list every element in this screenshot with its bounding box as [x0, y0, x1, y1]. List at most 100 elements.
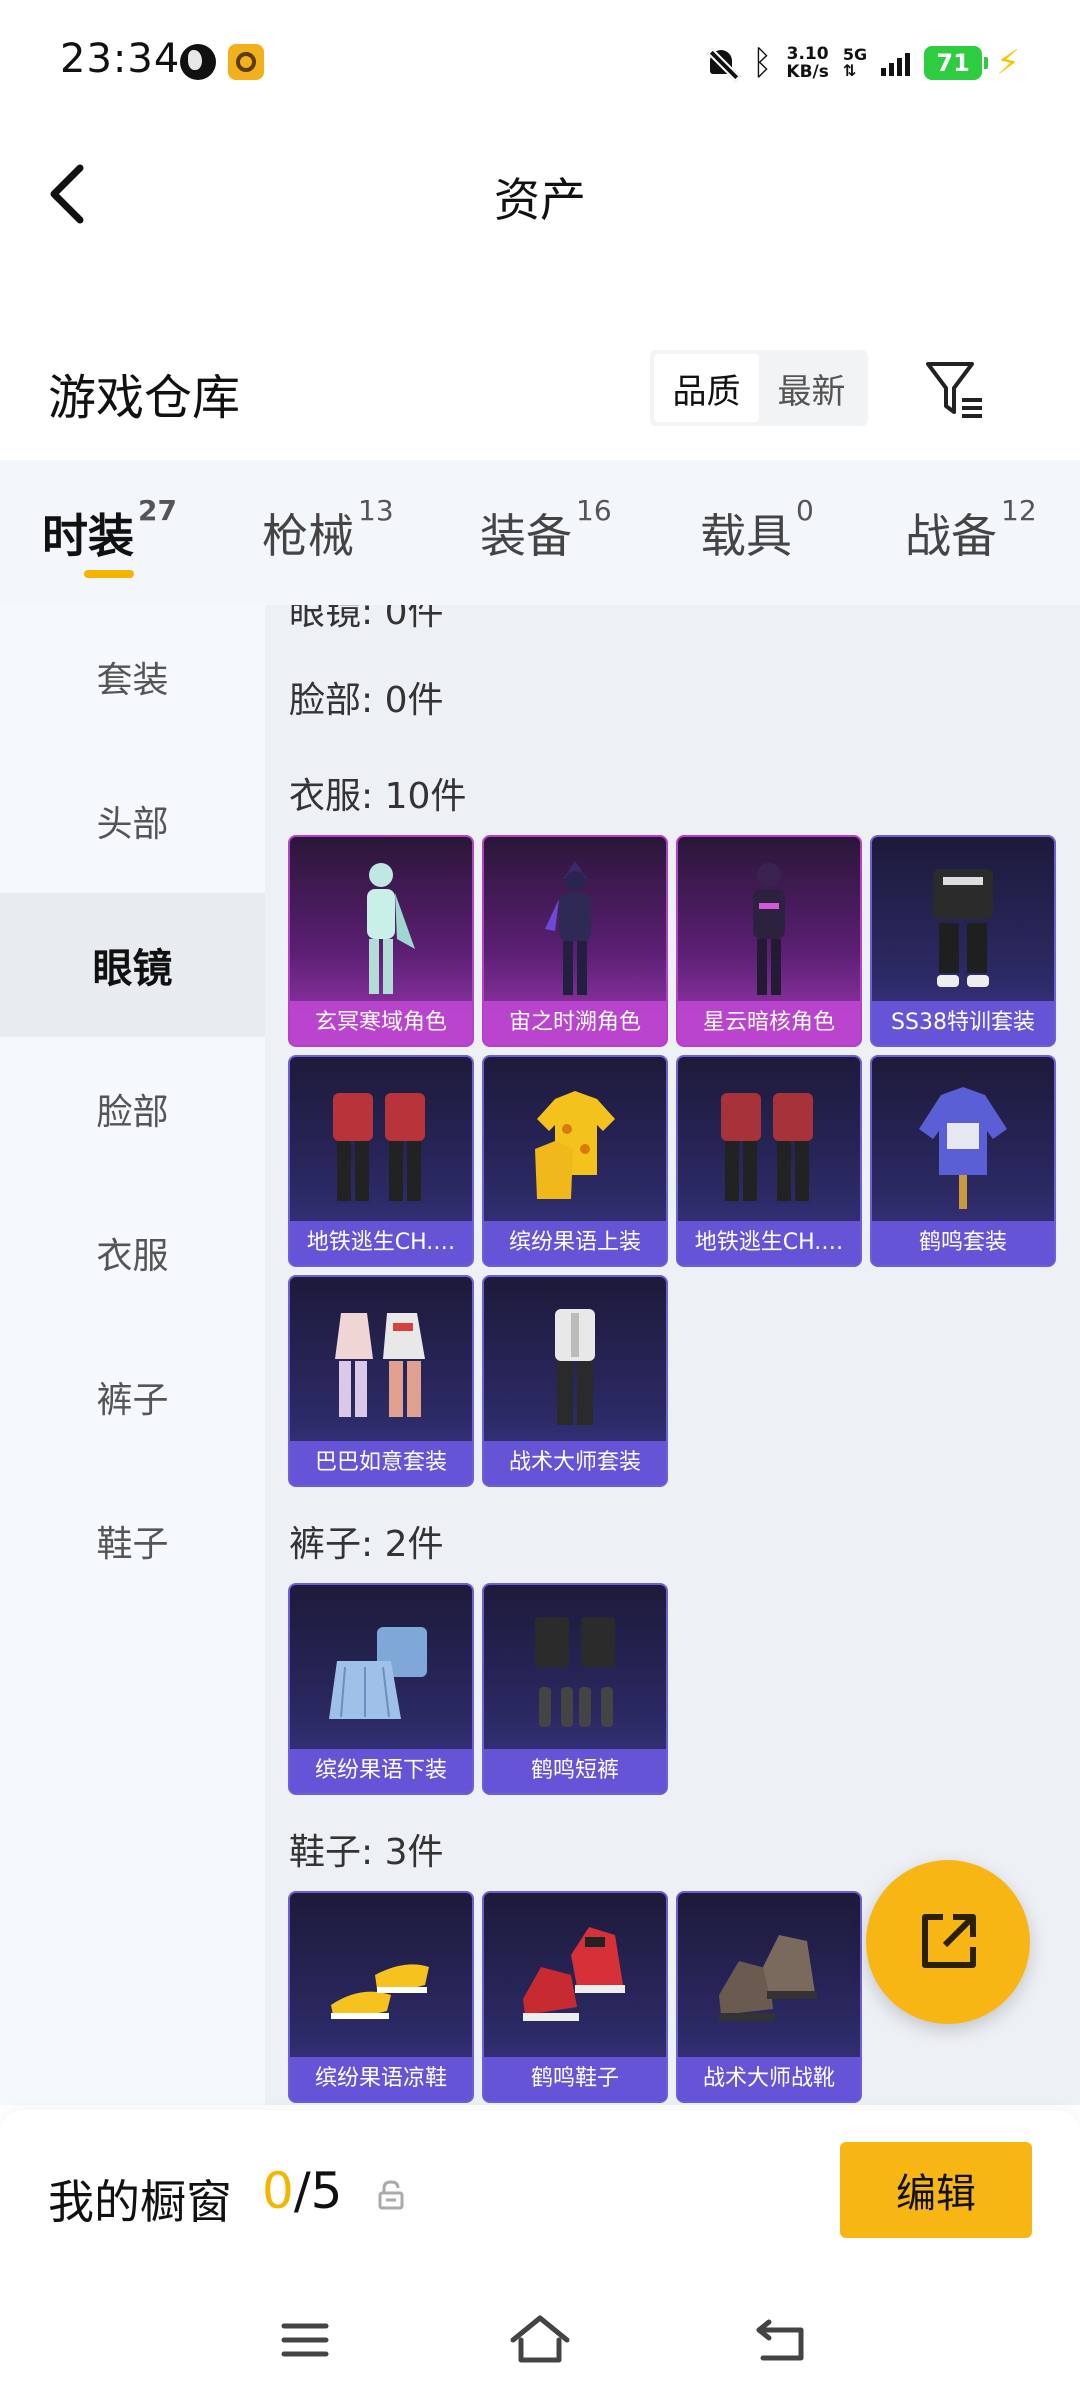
back-nav-button[interactable]: [745, 2310, 815, 2370]
tab-label: 战备: [905, 509, 997, 563]
item-card[interactable]: 地铁逃生CH.…: [288, 1055, 474, 1267]
tab-count: 12: [1001, 494, 1037, 527]
section-title-pants: 裤子: 2件: [289, 1524, 444, 1565]
tab-count: 27: [138, 494, 177, 527]
item-name: 缤纷果语下装: [290, 1749, 472, 1793]
outfit-set-icon: [933, 869, 993, 987]
tab-label: 载具: [700, 509, 792, 563]
sort-option-quality[interactable]: 品质: [654, 354, 759, 422]
tab-supplies[interactable]: 战备 12: [905, 494, 1037, 566]
section-title-glasses: 眼镜: 0件: [289, 605, 444, 633]
showcase-total: /5: [293, 2162, 343, 2220]
network-type: 5G ⇅: [843, 47, 867, 79]
skirt-icon: [329, 1627, 427, 1719]
sidebar-item-head[interactable]: 头部: [0, 749, 265, 893]
shirt-icon: [535, 1091, 615, 1199]
tab-equipment[interactable]: 装备 16: [480, 494, 612, 566]
item-card[interactable]: 鹤鸣短裤: [482, 1583, 668, 1795]
item-card[interactable]: 宙之时溯角色: [482, 835, 668, 1047]
page-title: 资产: [494, 173, 586, 227]
sidebar-item-sets[interactable]: 套装: [0, 605, 265, 749]
tab-weapons[interactable]: 枪械 13: [262, 494, 394, 566]
jacket-icon: [919, 1087, 1007, 1209]
status-time: 23:34: [60, 36, 181, 82]
mute-bell-icon: [704, 46, 738, 80]
character-figure-icon: [545, 861, 591, 995]
item-card[interactable]: 战术大师战靴: [676, 1891, 862, 2103]
item-card[interactable]: 缤纷果语凉鞋: [288, 1891, 474, 2103]
item-name: 宙之时溯角色: [484, 1001, 666, 1045]
outfit-set-icon: [721, 1093, 813, 1201]
item-name: 战术大师套装: [484, 1441, 666, 1485]
character-figure-icon: [367, 863, 415, 994]
character-figure-icon: [753, 863, 785, 995]
tab-count: 16: [576, 494, 612, 527]
sort-option-latest[interactable]: 最新: [759, 354, 864, 422]
item-name: 战术大师战靴: [678, 2057, 860, 2101]
sandals-icon: [331, 1964, 429, 2019]
network-speed: 3.10 KB/s: [786, 45, 828, 81]
app-header: 资产: [0, 130, 1080, 260]
showcase-current: 0: [262, 2162, 294, 2220]
filter-button[interactable]: [920, 354, 990, 424]
menu-icon: [281, 2323, 329, 2357]
outfit-set-icon: [335, 1313, 425, 1417]
showcase-label: 我的橱窗: [48, 2175, 232, 2229]
edit-button[interactable]: 编辑: [840, 2142, 1032, 2238]
app-notification-icon: [228, 44, 264, 80]
category-sidebar: 套装 头部 眼镜 脸部 衣服 裤子 鞋子: [0, 605, 265, 2105]
showcase-count: 0/5: [262, 2162, 342, 2220]
sidebar-item-pants[interactable]: 裤子: [0, 1325, 265, 1469]
home-nav-button[interactable]: [505, 2310, 575, 2370]
boots-icon: [719, 1935, 817, 2021]
bluetooth-icon: ᛒ: [751, 43, 773, 83]
sidebar-item-shoes[interactable]: 鞋子: [0, 1469, 265, 1613]
warehouse-header: 游戏仓库 品质 最新: [0, 330, 1080, 450]
sidebar-item-glasses[interactable]: 眼镜: [0, 893, 265, 1037]
item-card[interactable]: 缤纷果语下装: [288, 1583, 474, 1795]
item-card[interactable]: 鹤鸣鞋子: [482, 1891, 668, 2103]
status-bar: 23:34 ᛒ 3.10 KB/s 5G ⇅ 71 ⚡: [0, 0, 1080, 130]
tab-fashion[interactable]: 时装 27: [42, 494, 177, 566]
tab-label: 枪械: [262, 509, 354, 563]
item-name: SS38特训套装: [872, 1001, 1054, 1045]
sidebar-item-face[interactable]: 脸部: [0, 1037, 265, 1181]
system-nav-bar: [0, 2280, 1080, 2400]
tab-vehicles[interactable]: 载具 0: [700, 494, 814, 566]
warehouse-title: 游戏仓库: [48, 370, 241, 426]
tab-label: 装备: [480, 509, 572, 563]
shorts-icon: [535, 1617, 615, 1727]
item-card[interactable]: 鹤鸣套装: [870, 1055, 1056, 1267]
item-name: 缤纷果语凉鞋: [290, 2057, 472, 2101]
item-name: 地铁逃生CH.…: [290, 1221, 472, 1265]
sort-toggle: 品质 最新: [650, 350, 868, 426]
item-card[interactable]: SS38特训套装: [870, 835, 1056, 1047]
item-card[interactable]: 玄冥寒域角色: [288, 835, 474, 1047]
share-fab-button[interactable]: [866, 1860, 1030, 2024]
active-tab-indicator: [84, 570, 134, 578]
network-speed-value: 3.10: [786, 44, 829, 64]
filter-icon: [926, 362, 982, 418]
item-name: 星云暗核角色: [678, 1001, 860, 1045]
globe-icon: [180, 44, 216, 80]
signal-bars-icon: [881, 50, 911, 76]
category-tabs: 时装 27 枪械 13 装备 16 载具 0 战备 12: [0, 460, 1080, 605]
item-card[interactable]: 战术大师套装: [482, 1275, 668, 1487]
external-link-icon: [922, 1914, 976, 1968]
battery-icon: 71: [924, 46, 989, 80]
item-card[interactable]: 星云暗核角色: [676, 835, 862, 1047]
item-card[interactable]: 缤纷果语上装: [482, 1055, 668, 1267]
sidebar-item-clothes[interactable]: 衣服: [0, 1181, 265, 1325]
item-card[interactable]: 地铁逃生CH.…: [676, 1055, 862, 1267]
menu-nav-button[interactable]: [270, 2310, 340, 2370]
tab-count: 13: [358, 494, 394, 527]
item-name: 鹤鸣套装: [872, 1221, 1054, 1265]
showcase-bar: 我的橱窗 0/5 编辑: [0, 2110, 1080, 2280]
section-title-shoes: 鞋子: 3件: [289, 1832, 444, 1873]
item-card[interactable]: 巴巴如意套装: [288, 1275, 474, 1487]
tab-count: 0: [796, 494, 814, 527]
sneakers-icon: [523, 1927, 625, 2021]
network-speed-unit: KB/s: [786, 62, 829, 82]
charging-bolt-icon: ⚡: [996, 43, 1020, 83]
tab-label: 时装: [42, 509, 134, 563]
